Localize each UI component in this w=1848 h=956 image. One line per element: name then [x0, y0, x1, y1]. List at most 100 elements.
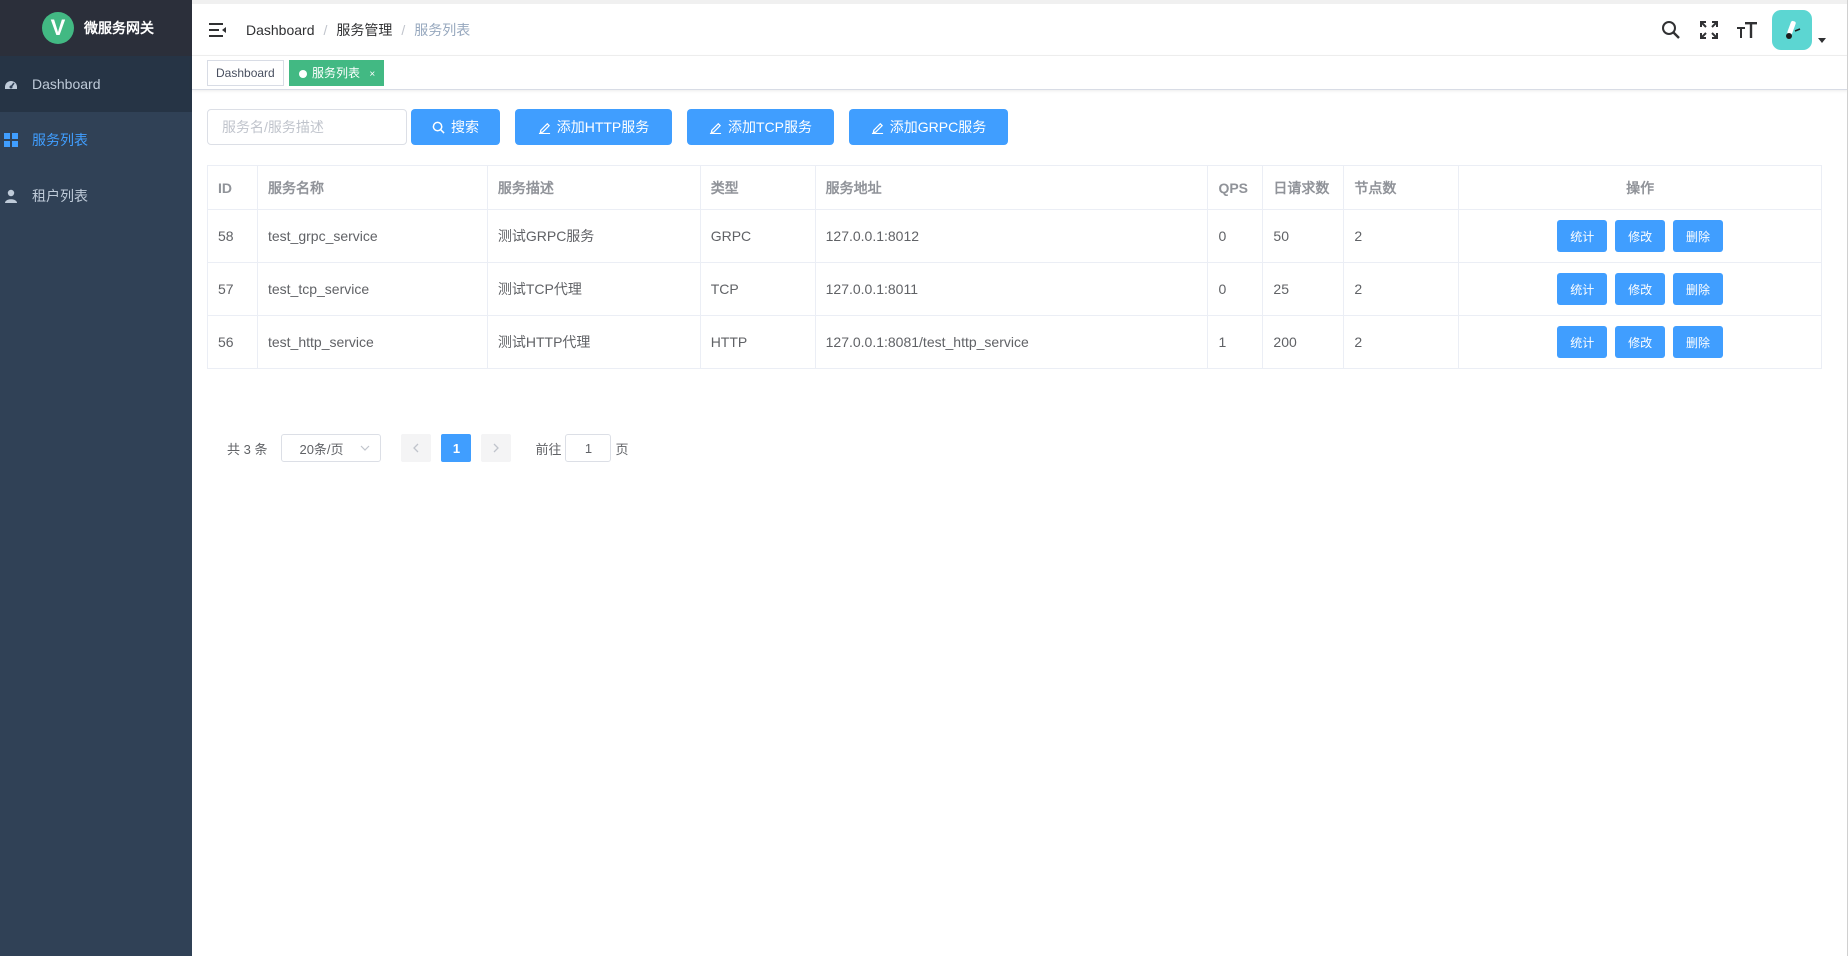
- cell-qps: 0: [1207, 209, 1264, 263]
- app-root: V 微服务网关 Dashboard 服务列表 租户列表 Dashboard / …: [0, 0, 1848, 956]
- search-icon[interactable]: [1652, 11, 1690, 49]
- sidebar-item-label: Dashboard: [32, 76, 101, 92]
- sidebar-item-tenants[interactable]: 租户列表: [0, 168, 192, 224]
- cell-daily-requests: 50: [1262, 209, 1345, 263]
- chevron-right-icon: [494, 443, 500, 453]
- edit-icon: [871, 122, 883, 134]
- pagination: 共 3 条 20条/页 1 前往 页: [227, 434, 629, 462]
- edit-button[interactable]: 修改: [1615, 326, 1666, 358]
- header-type: 类型: [699, 165, 816, 210]
- sidebar-item-label: 服务列表: [32, 132, 88, 148]
- add-http-service-button[interactable]: 添加HTTP服务: [515, 109, 672, 145]
- delete-button[interactable]: 删除: [1673, 220, 1724, 252]
- stats-button[interactable]: 统计: [1557, 220, 1608, 252]
- pagination-total: 共 3 条: [227, 441, 268, 457]
- page-size-value: 20条/页: [299, 441, 344, 457]
- cell-type: HTTP: [699, 315, 816, 369]
- breadcrumb: Dashboard / 服务管理 / 服务列表: [246, 20, 470, 40]
- cell-actions: 统计 修改 删除: [1458, 209, 1822, 263]
- cell-id: 57: [207, 262, 258, 316]
- table-row: 57 test_tcp_service 测试TCP代理 TCP 127.0.0.…: [207, 262, 1822, 316]
- logo-icon: V: [42, 12, 74, 44]
- cell-name: test_http_service: [256, 315, 488, 369]
- header-name: 服务名称: [256, 165, 488, 210]
- prev-page-button[interactable]: [401, 434, 432, 462]
- cell-desc: 测试HTTP代理: [486, 315, 701, 369]
- header-nodes: 节点数: [1343, 165, 1460, 210]
- cell-name: test_grpc_service: [256, 209, 488, 263]
- table-header-row: ID 服务名称 服务描述 类型 服务地址 QPS 日请求数 节点数 操作: [207, 165, 1822, 210]
- delete-button[interactable]: 删除: [1673, 326, 1724, 358]
- goto-page-input[interactable]: [565, 434, 612, 462]
- cell-id: 58: [207, 209, 258, 263]
- edit-icon: [538, 122, 550, 134]
- add-http-label: 添加HTTP服务: [556, 119, 650, 135]
- page-number-current[interactable]: 1: [441, 434, 472, 462]
- add-grpc-label: 添加GRPC服务: [889, 119, 987, 135]
- breadcrumb-service-list: 服务列表: [414, 21, 471, 38]
- table-row: 56 test_http_service 测试HTTP代理 HTTP 127.0…: [207, 315, 1822, 369]
- right-menu: [1652, 10, 1826, 50]
- tags-view: Dashboard 服务列表 ×: [192, 56, 1848, 90]
- chevron-left-icon: [413, 443, 419, 453]
- edit-icon: [709, 122, 722, 134]
- add-grpc-service-button[interactable]: 添加GRPC服务: [849, 109, 1008, 145]
- search-button-label: 搜索: [451, 119, 479, 135]
- add-tcp-label: 添加TCP服务: [728, 119, 812, 135]
- stats-button[interactable]: 统计: [1557, 273, 1608, 305]
- search-icon: [432, 121, 445, 134]
- filter-bar: 搜索 添加HTTP服务 添加TCP服务 添加GRPC服务: [207, 109, 1008, 145]
- next-page-button[interactable]: [481, 434, 512, 462]
- cell-type: TCP: [699, 262, 816, 316]
- edit-button[interactable]: 修改: [1615, 273, 1666, 305]
- service-table: ID 服务名称 服务描述 类型 服务地址 QPS 日请求数 节点数 操作 58 …: [207, 165, 1822, 369]
- font-size-icon[interactable]: [1728, 11, 1766, 49]
- sidebar: V 微服务网关 Dashboard 服务列表 租户列表: [0, 0, 192, 956]
- header-id: ID: [207, 165, 258, 210]
- cell-qps: 1: [1207, 315, 1264, 369]
- cell-daily-requests: 200: [1262, 315, 1345, 369]
- goto-suffix: 页: [615, 441, 629, 457]
- tag-dashboard[interactable]: Dashboard: [207, 60, 284, 86]
- stats-button[interactable]: 统计: [1557, 326, 1608, 358]
- cell-address: 127.0.0.1:8011: [814, 262, 1209, 316]
- cell-nodes: 2: [1343, 315, 1460, 369]
- table-row: 58 test_grpc_service 测试GRPC服务 GRPC 127.0…: [207, 209, 1822, 263]
- cell-name: test_tcp_service: [256, 262, 488, 316]
- cell-daily-requests: 25: [1262, 262, 1345, 316]
- cell-type: GRPC: [699, 209, 816, 263]
- cell-desc: 测试GRPC服务: [486, 209, 701, 263]
- fullscreen-icon[interactable]: [1690, 11, 1728, 49]
- cell-actions: 统计 修改 删除: [1458, 262, 1822, 316]
- page-size-select[interactable]: 20条/页: [281, 434, 382, 462]
- close-icon[interactable]: ×: [369, 69, 375, 80]
- chevron-down-icon: [361, 445, 370, 451]
- breadcrumb-service-management[interactable]: 服务管理: [336, 20, 392, 40]
- app-title: 微服务网关: [84, 20, 154, 36]
- breadcrumb-dashboard[interactable]: Dashboard: [246, 22, 315, 38]
- sidebar-item-services[interactable]: 服务列表: [0, 112, 192, 168]
- logo-bar[interactable]: V 微服务网关: [0, 0, 192, 56]
- sidebar-item-dashboard[interactable]: Dashboard: [0, 56, 192, 112]
- avatar[interactable]: [1772, 10, 1812, 50]
- cell-address: 127.0.0.1:8081/test_http_service: [814, 315, 1209, 369]
- cell-actions: 统计 修改 删除: [1458, 315, 1822, 369]
- active-dot-icon: [299, 70, 307, 78]
- breadcrumb-separator: /: [401, 21, 406, 38]
- dashboard-icon: [2, 75, 20, 93]
- tag-service-list[interactable]: 服务列表 ×: [289, 60, 385, 86]
- delete-button[interactable]: 删除: [1673, 273, 1724, 305]
- header-actions: 操作: [1458, 165, 1822, 210]
- cell-id: 56: [207, 315, 258, 369]
- add-tcp-service-button[interactable]: 添加TCP服务: [687, 109, 834, 145]
- hamburger-icon[interactable]: [206, 18, 230, 42]
- search-input[interactable]: [207, 109, 407, 145]
- header-daily-requests: 日请求数: [1262, 165, 1345, 210]
- edit-button[interactable]: 修改: [1615, 220, 1666, 252]
- header-desc: 服务描述: [486, 165, 701, 210]
- chevron-down-icon[interactable]: [1818, 37, 1826, 43]
- header-address: 服务地址: [814, 165, 1209, 210]
- goto-prefix: 前往: [535, 441, 562, 457]
- search-button[interactable]: 搜索: [411, 109, 500, 145]
- navbar: Dashboard / 服务管理 / 服务列表: [192, 0, 1848, 56]
